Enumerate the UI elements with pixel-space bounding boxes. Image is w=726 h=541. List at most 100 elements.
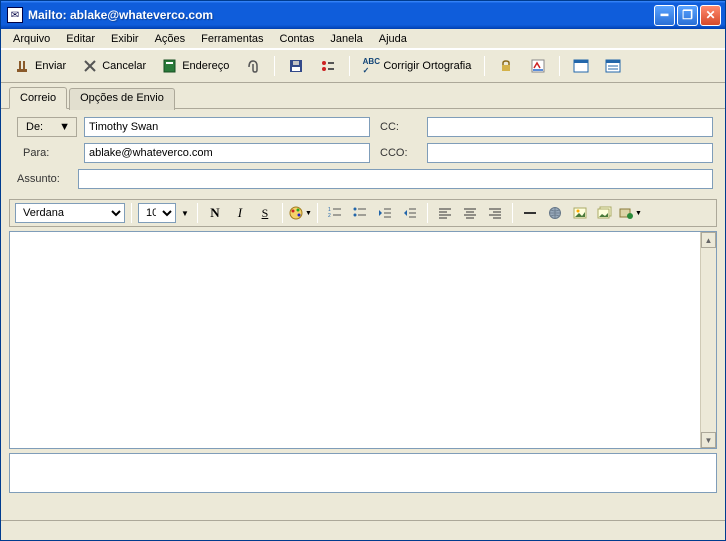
menu-bar: Arquivo Editar Exibir Ações Ferramentas … — [1, 29, 725, 49]
address-label: Endereço — [182, 60, 229, 72]
separator — [317, 203, 318, 223]
scroll-down-button[interactable]: ▼ — [701, 432, 716, 448]
align-left-button[interactable] — [434, 203, 456, 223]
separator — [349, 56, 350, 76]
plain-view-icon — [605, 58, 621, 74]
italic-button[interactable]: I — [229, 203, 251, 223]
vertical-scrollbar[interactable]: ▲ ▼ — [700, 232, 716, 448]
svg-text:2: 2 — [328, 213, 331, 219]
underline-button[interactable]: S — [254, 203, 276, 223]
chevron-down-icon: ▼ — [305, 210, 312, 217]
app-icon: ✉ — [7, 7, 23, 23]
scroll-up-button[interactable]: ▲ — [701, 232, 716, 248]
symbol-button[interactable]: ▼ — [619, 203, 641, 223]
html-view-button[interactable] — [567, 54, 595, 78]
palette-icon — [288, 205, 304, 221]
minimize-button[interactable]: ━ — [654, 5, 675, 26]
format-toolbar: Verdana 10 ▼ N I S ▼ 12 ▼ — [9, 199, 717, 227]
globe-icon — [547, 205, 563, 221]
chevron-down-icon: ▼ — [635, 210, 642, 217]
window-controls: ━ ❐ ✕ — [654, 5, 721, 26]
address-book-icon — [162, 58, 178, 74]
align-left-icon — [437, 205, 453, 221]
paperclip-icon — [245, 58, 261, 74]
properties-button[interactable] — [314, 54, 342, 78]
align-right-button[interactable] — [484, 203, 506, 223]
status-bar — [1, 520, 725, 540]
bcc-label: CCO: — [376, 147, 421, 159]
tab-strip: Correio Opções de Envio — [1, 83, 725, 109]
align-right-icon — [487, 205, 503, 221]
chevron-down-icon: ▼ — [59, 121, 70, 133]
font-select[interactable]: Verdana — [15, 203, 125, 223]
main-toolbar: Enviar Cancelar Endereço ABC✓ Corrigir O… — [1, 49, 725, 83]
cancel-button[interactable]: Cancelar — [76, 54, 152, 78]
maximize-button[interactable]: ❐ — [677, 5, 698, 26]
subject-label: Assunto: — [13, 173, 72, 185]
tab-correio[interactable]: Correio — [9, 87, 67, 109]
numbered-list-button[interactable]: 12 — [324, 203, 346, 223]
indent-button[interactable] — [399, 203, 421, 223]
hr-button[interactable] — [519, 203, 541, 223]
picture-icon — [572, 205, 588, 221]
menu-ferramentas[interactable]: Ferramentas — [193, 31, 271, 47]
tab-opcoes-envio[interactable]: Opções de Envio — [69, 88, 175, 110]
cc-field[interactable] — [427, 117, 713, 137]
plain-view-button[interactable] — [599, 54, 627, 78]
html-view-icon — [573, 58, 589, 74]
from-dropdown[interactable]: De: ▼ — [17, 117, 77, 137]
align-center-icon — [462, 205, 478, 221]
bullet-list-button[interactable] — [349, 203, 371, 223]
separator — [559, 56, 560, 76]
checklist-icon — [320, 58, 336, 74]
spellcheck-button[interactable]: ABC✓ Corrigir Ortografia — [357, 54, 477, 78]
attach-button[interactable] — [239, 54, 267, 78]
to-field[interactable] — [84, 143, 370, 163]
menu-ajuda[interactable]: Ajuda — [371, 31, 415, 47]
cancel-icon — [82, 58, 98, 74]
signature-icon — [530, 58, 546, 74]
send-label: Enviar — [35, 60, 66, 72]
lock-icon — [498, 58, 514, 74]
message-body[interactable]: ▲ ▼ — [9, 231, 717, 449]
attachment-area[interactable] — [9, 453, 717, 493]
separator — [282, 203, 283, 223]
address-button[interactable]: Endereço — [156, 54, 235, 78]
bcc-field[interactable] — [427, 143, 713, 163]
send-icon — [15, 58, 31, 74]
sign-button[interactable] — [524, 54, 552, 78]
menu-acoes[interactable]: Ações — [147, 31, 194, 47]
save-button[interactable] — [282, 54, 310, 78]
subject-field[interactable] — [78, 169, 713, 189]
separator — [197, 203, 198, 223]
separator — [274, 56, 275, 76]
menu-arquivo[interactable]: Arquivo — [5, 31, 58, 47]
font-size-select[interactable]: 10 — [138, 203, 176, 223]
horizontal-rule-icon — [522, 205, 538, 221]
menu-janela[interactable]: Janela — [322, 31, 370, 47]
spellcheck-label: Corrigir Ortografia — [383, 60, 471, 72]
menu-contas[interactable]: Contas — [272, 31, 323, 47]
from-field[interactable] — [84, 117, 370, 137]
cancel-label: Cancelar — [102, 60, 146, 72]
align-center-button[interactable] — [459, 203, 481, 223]
from-label: De: — [26, 121, 43, 133]
link-button[interactable] — [544, 203, 566, 223]
separator — [427, 203, 428, 223]
font-color-button[interactable]: ▼ — [289, 203, 311, 223]
menu-editar[interactable]: Editar — [58, 31, 103, 47]
send-button[interactable]: Enviar — [9, 54, 72, 78]
image-button[interactable] — [569, 203, 591, 223]
chevron-down-icon[interactable]: ▼ — [179, 209, 191, 218]
separator — [484, 56, 485, 76]
menu-exibir[interactable]: Exibir — [103, 31, 147, 47]
bold-button[interactable]: N — [204, 203, 226, 223]
security-button[interactable] — [492, 54, 520, 78]
background-button[interactable] — [594, 203, 616, 223]
outdent-button[interactable] — [374, 203, 396, 223]
object-icon — [618, 205, 634, 221]
message-headers: De: ▼ CC: Para: CCO: Assunto: — [1, 109, 725, 195]
close-button[interactable]: ✕ — [700, 5, 721, 26]
separator — [512, 203, 513, 223]
title-bar: ✉ Mailto: ablake@whateverco.com ━ ❐ ✕ — [1, 1, 725, 29]
